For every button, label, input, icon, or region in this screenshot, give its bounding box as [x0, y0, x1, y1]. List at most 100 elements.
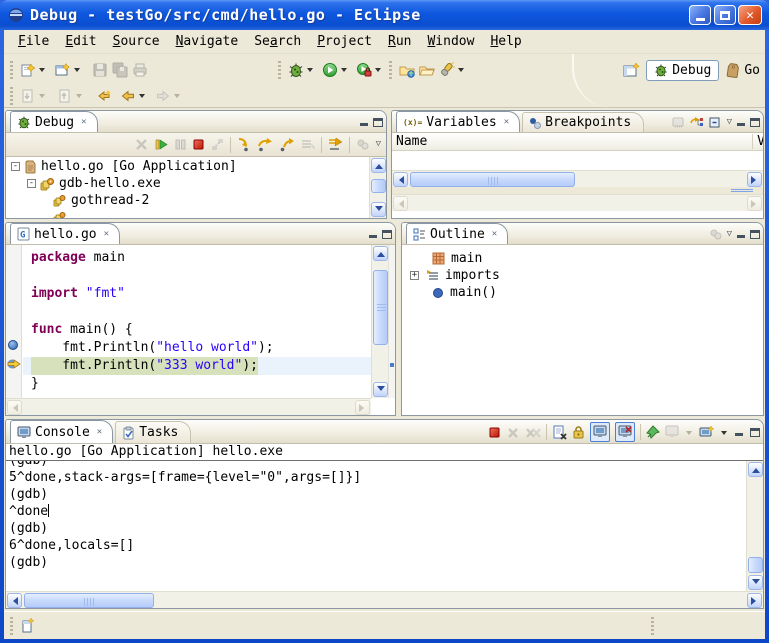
- editor-content[interactable]: package main import "fmt" func main() { …: [6, 245, 395, 415]
- search-button[interactable]: [437, 59, 457, 81]
- instruction-pointer-marker[interactable]: [6, 357, 22, 375]
- editor-hscrollbar[interactable]: [6, 398, 371, 415]
- tab-hello-go[interactable]: G hello.go ✕: [10, 223, 120, 244]
- open-console-dropdown[interactable]: [721, 431, 727, 438]
- debug-tree-vscrollbar[interactable]: [369, 157, 386, 218]
- tab-breakpoints[interactable]: Breakpoints: [522, 112, 644, 132]
- show-type-names-icon[interactable]: [671, 116, 686, 129]
- maximize-view-button[interactable]: [750, 428, 760, 437]
- tab-debug[interactable]: Debug ✕: [10, 111, 98, 132]
- new-window-dropdown[interactable]: [74, 68, 80, 75]
- scroll-thumb[interactable]: [373, 270, 388, 345]
- open-element-button[interactable]: [397, 59, 417, 81]
- minimize-view-button[interactable]: [736, 117, 747, 127]
- editor-code-area[interactable]: package main import "fmt" func main() { …: [23, 249, 371, 393]
- overview-annotation[interactable]: [390, 363, 394, 367]
- print-button[interactable]: [130, 59, 150, 81]
- show-stderr-toggle[interactable]: [615, 422, 635, 442]
- save-button[interactable]: [90, 59, 110, 81]
- scroll-right-button[interactable]: [747, 172, 762, 187]
- minimize-view-button[interactable]: [736, 229, 747, 239]
- open-perspective-button[interactable]: [622, 59, 642, 81]
- scroll-down-button[interactable]: [748, 575, 763, 590]
- debug-tree-row-thread[interactable]: gothread-2: [6, 192, 368, 209]
- minimize-view-button[interactable]: [368, 229, 379, 239]
- scroll-left-button[interactable]: [393, 172, 408, 187]
- use-step-filters-icon[interactable]: [300, 137, 316, 152]
- scroll-left-button[interactable]: [7, 593, 22, 608]
- outline-item-package[interactable]: main: [402, 250, 763, 267]
- collapse-expander[interactable]: -: [27, 179, 36, 188]
- scroll-right-button[interactable]: [355, 400, 370, 415]
- perspective-tab-debug[interactable]: Debug: [646, 60, 719, 81]
- clear-console-icon[interactable]: [552, 425, 567, 440]
- toolbar-grip[interactable]: [278, 61, 281, 79]
- external-tools-button[interactable]: [354, 59, 374, 81]
- close-tab-icon[interactable]: ✕: [104, 229, 109, 239]
- variables-detail-sash[interactable]: [392, 187, 763, 194]
- save-all-button[interactable]: [110, 59, 130, 81]
- step-over-icon[interactable]: [257, 137, 274, 152]
- suspend-icon[interactable]: [174, 137, 187, 152]
- menu-project[interactable]: Project: [309, 32, 380, 51]
- forward-button[interactable]: [153, 85, 173, 107]
- previous-annotation-dropdown[interactable]: [76, 94, 82, 101]
- debug-tree-row-launch[interactable]: - hello.go [Go Application]: [6, 158, 368, 175]
- menu-window[interactable]: Window: [419, 32, 482, 51]
- menu-help[interactable]: Help: [482, 32, 529, 51]
- back-button[interactable]: [118, 85, 138, 107]
- scroll-up-button[interactable]: [371, 158, 386, 173]
- column-header-name[interactable]: Name: [396, 134, 427, 149]
- fast-view-button[interactable]: [20, 617, 36, 634]
- display-console-dropdown[interactable]: [686, 431, 692, 438]
- menu-search[interactable]: Search: [246, 32, 309, 51]
- expand-expander[interactable]: +: [410, 271, 419, 280]
- forward-dropdown[interactable]: [174, 94, 180, 101]
- column-header-value[interactable]: V: [752, 134, 764, 149]
- next-annotation-button[interactable]: [18, 85, 38, 107]
- console-output[interactable]: (gdb) 5^done,stack-args=[frame={level="0…: [6, 461, 763, 608]
- menu-source[interactable]: Source: [105, 32, 168, 51]
- toolbar-grip[interactable]: [10, 61, 13, 79]
- debug-tree-row-partial[interactable]: [6, 209, 368, 218]
- maximize-view-button[interactable]: [750, 118, 760, 127]
- step-return-icon[interactable]: [279, 137, 295, 152]
- search-dropdown[interactable]: [458, 68, 464, 75]
- back-dropdown[interactable]: [139, 94, 145, 101]
- debug-launch-dropdown[interactable]: [307, 68, 313, 75]
- close-tab-icon[interactable]: ✕: [492, 229, 497, 239]
- menu-file[interactable]: File: [10, 32, 57, 51]
- terminate-icon[interactable]: [192, 138, 205, 151]
- debug-tree-row-process[interactable]: - gdb-hello.exe: [6, 175, 368, 192]
- toolbar-grip[interactable]: [389, 61, 392, 79]
- menu-edit[interactable]: Edit: [57, 32, 104, 51]
- close-tab-icon[interactable]: ✕: [81, 117, 86, 127]
- outline-item-main-func[interactable]: main(): [402, 284, 763, 301]
- display-selected-console-icon[interactable]: [665, 425, 680, 439]
- editor-overview-ruler[interactable]: [388, 245, 395, 398]
- terminate-icon[interactable]: [488, 426, 501, 439]
- open-resource-button[interactable]: [417, 59, 437, 81]
- resume-icon[interactable]: [154, 137, 169, 152]
- run-launch-dropdown[interactable]: [341, 68, 347, 75]
- scroll-thumb[interactable]: [748, 557, 763, 573]
- console-vscrollbar[interactable]: [746, 461, 763, 591]
- collapse-all-icon[interactable]: [708, 116, 723, 129]
- view-menu-icon[interactable]: ▽: [375, 140, 382, 149]
- sash-grip[interactable]: [731, 189, 753, 192]
- tab-console[interactable]: Console ✕: [10, 420, 113, 443]
- close-button[interactable]: ✕: [738, 5, 762, 25]
- new-wizard-dropdown[interactable]: [39, 68, 45, 75]
- new-window-wizard-button[interactable]: [53, 59, 73, 81]
- view-menu-icon[interactable]: ▽: [726, 118, 733, 127]
- perspective-tab-go[interactable]: Go: [723, 61, 763, 80]
- minimize-view-button[interactable]: [359, 117, 370, 127]
- maximize-view-button[interactable]: [382, 230, 392, 239]
- scroll-right-button[interactable]: [747, 593, 762, 608]
- last-edit-location-button[interactable]: [94, 85, 114, 107]
- run-launch-button[interactable]: [320, 59, 340, 81]
- debug-launch-button[interactable]: [286, 59, 306, 81]
- tab-tasks[interactable]: Tasks: [115, 421, 191, 443]
- scroll-up-button[interactable]: [748, 462, 763, 477]
- statusbar-grip[interactable]: [10, 617, 13, 635]
